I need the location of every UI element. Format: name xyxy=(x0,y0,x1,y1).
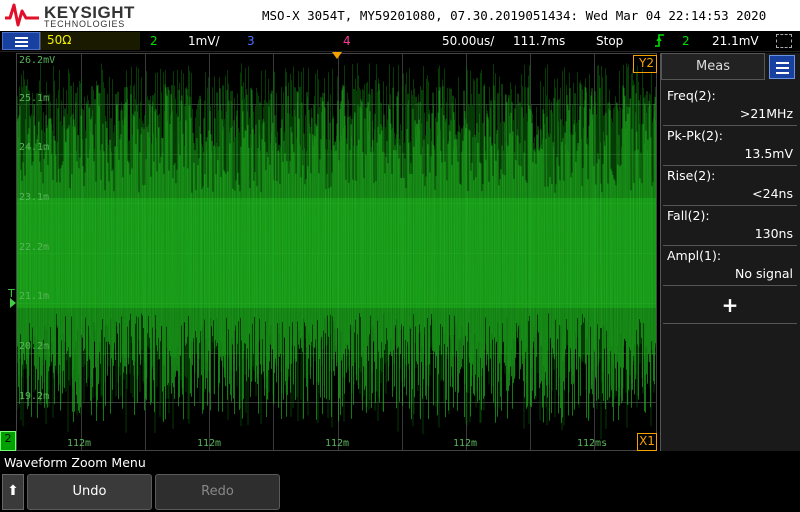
brand-subtitle: TECHNOLOGIES xyxy=(44,19,126,29)
undo-button[interactable]: Undo xyxy=(27,474,152,510)
ch2-scale[interactable]: 1mV/ xyxy=(188,34,220,48)
ch1-coupling-label: 50Ω xyxy=(47,33,72,47)
meas-label: Rise(2): xyxy=(667,168,716,183)
trigger-arrow-icon xyxy=(10,298,16,308)
ch4-label[interactable]: 4 xyxy=(343,34,351,48)
time-delay[interactable]: 111.7ms xyxy=(513,34,565,48)
meas-item-ampl[interactable]: Ampl(1): No signal xyxy=(663,246,797,286)
y-axis-label: 19.2m xyxy=(19,391,50,402)
trigger-source[interactable]: 2 xyxy=(682,34,690,48)
ch2-ground-marker[interactable]: 2 xyxy=(0,431,16,451)
trigger-level[interactable]: 21.1mV xyxy=(712,34,759,48)
keysight-wave-icon xyxy=(5,3,39,27)
meas-menu-button[interactable] xyxy=(769,55,795,79)
main-menu-button[interactable] xyxy=(2,32,40,50)
y-axis-label: 20.2m xyxy=(19,341,50,352)
meas-label: Freq(2): xyxy=(667,88,716,103)
waveform-canvas xyxy=(17,54,656,450)
y2-cursor-badge[interactable]: Y2 xyxy=(633,55,657,73)
run-state[interactable]: Stop xyxy=(596,34,623,48)
trigger-level-marker[interactable]: T xyxy=(8,287,16,308)
y-axis-label: 24.1m xyxy=(19,142,50,153)
waveform-display[interactable]: 26.2mV 25.1m 24.1m 23.1m 22.2m 21.1m 20.… xyxy=(16,53,657,451)
meas-label: Ampl(1): xyxy=(667,248,722,263)
cursor-box-icon[interactable] xyxy=(776,34,792,48)
meas-value: No signal xyxy=(735,266,793,281)
x-axis-label: 112ms xyxy=(577,438,608,449)
meas-label: Fall(2): xyxy=(667,208,710,223)
keysight-logo: KEYSIGHT TECHNOLOGIES xyxy=(4,2,134,29)
meas-item-fall[interactable]: Fall(2): 130ns xyxy=(663,206,797,246)
status-bar: 50Ω 2 1mV/ 3 4 50.00us/ 111.7ms Stop 2 2… xyxy=(0,31,800,52)
measurement-panel: Meas Freq(2): >21MHz Pk-Pk(2): 13.5mV Ri… xyxy=(660,53,800,451)
up-arrow-icon: ⬆ xyxy=(7,483,19,499)
device-info: MSO-X 3054T, MY59201080, 07.30.201905143… xyxy=(262,8,767,23)
redo-button[interactable]: Redo xyxy=(155,474,280,510)
x-axis-label: 112m xyxy=(67,438,92,449)
x-axis-label: 112m xyxy=(453,438,478,449)
ch2-trace-density xyxy=(17,198,656,308)
y-axis-label: 23.1m xyxy=(19,192,50,203)
timebase-scale[interactable]: 50.00us/ xyxy=(442,34,494,48)
softkey-menu-title: Waveform Zoom Menu xyxy=(4,455,146,470)
trigger-slope-icon xyxy=(654,32,666,51)
meas-item-freq[interactable]: Freq(2): >21MHz xyxy=(663,86,797,126)
meas-item-rise[interactable]: Rise(2): <24ns xyxy=(663,166,797,206)
x1-cursor-badge[interactable]: X1 xyxy=(637,433,657,451)
meas-label: Pk-Pk(2): xyxy=(667,128,723,143)
trigger-position-marker[interactable] xyxy=(332,52,342,59)
meas-item-pkpk[interactable]: Pk-Pk(2): 13.5mV xyxy=(663,126,797,166)
y-axis-label: 26.2mV xyxy=(19,55,56,66)
meas-value: 130ns xyxy=(754,226,793,241)
ch1-coupling-indicator[interactable]: 50Ω xyxy=(40,32,140,50)
ch2-label[interactable]: 2 xyxy=(150,34,158,48)
add-measurement-button[interactable]: + xyxy=(663,288,797,324)
back-up-button[interactable]: ⬆ xyxy=(2,474,24,510)
header-bar: KEYSIGHT TECHNOLOGIES MSO-X 3054T, MY592… xyxy=(0,0,800,31)
meas-value: >21MHz xyxy=(739,106,793,121)
y-axis-label: 25.1m xyxy=(19,93,50,104)
y-axis-label: 22.2m xyxy=(19,242,50,253)
meas-tab[interactable]: Meas xyxy=(661,53,765,80)
meas-value: 13.5mV xyxy=(744,146,793,161)
x-axis-label: 112m xyxy=(197,438,222,449)
y-axis-label: 21.1m xyxy=(19,291,50,302)
ch3-label[interactable]: 3 xyxy=(247,34,255,48)
x-axis-label: 112m xyxy=(325,438,350,449)
softkey-bar: ⬆ Undo Redo xyxy=(0,472,800,512)
meas-value: <24ns xyxy=(752,186,793,201)
